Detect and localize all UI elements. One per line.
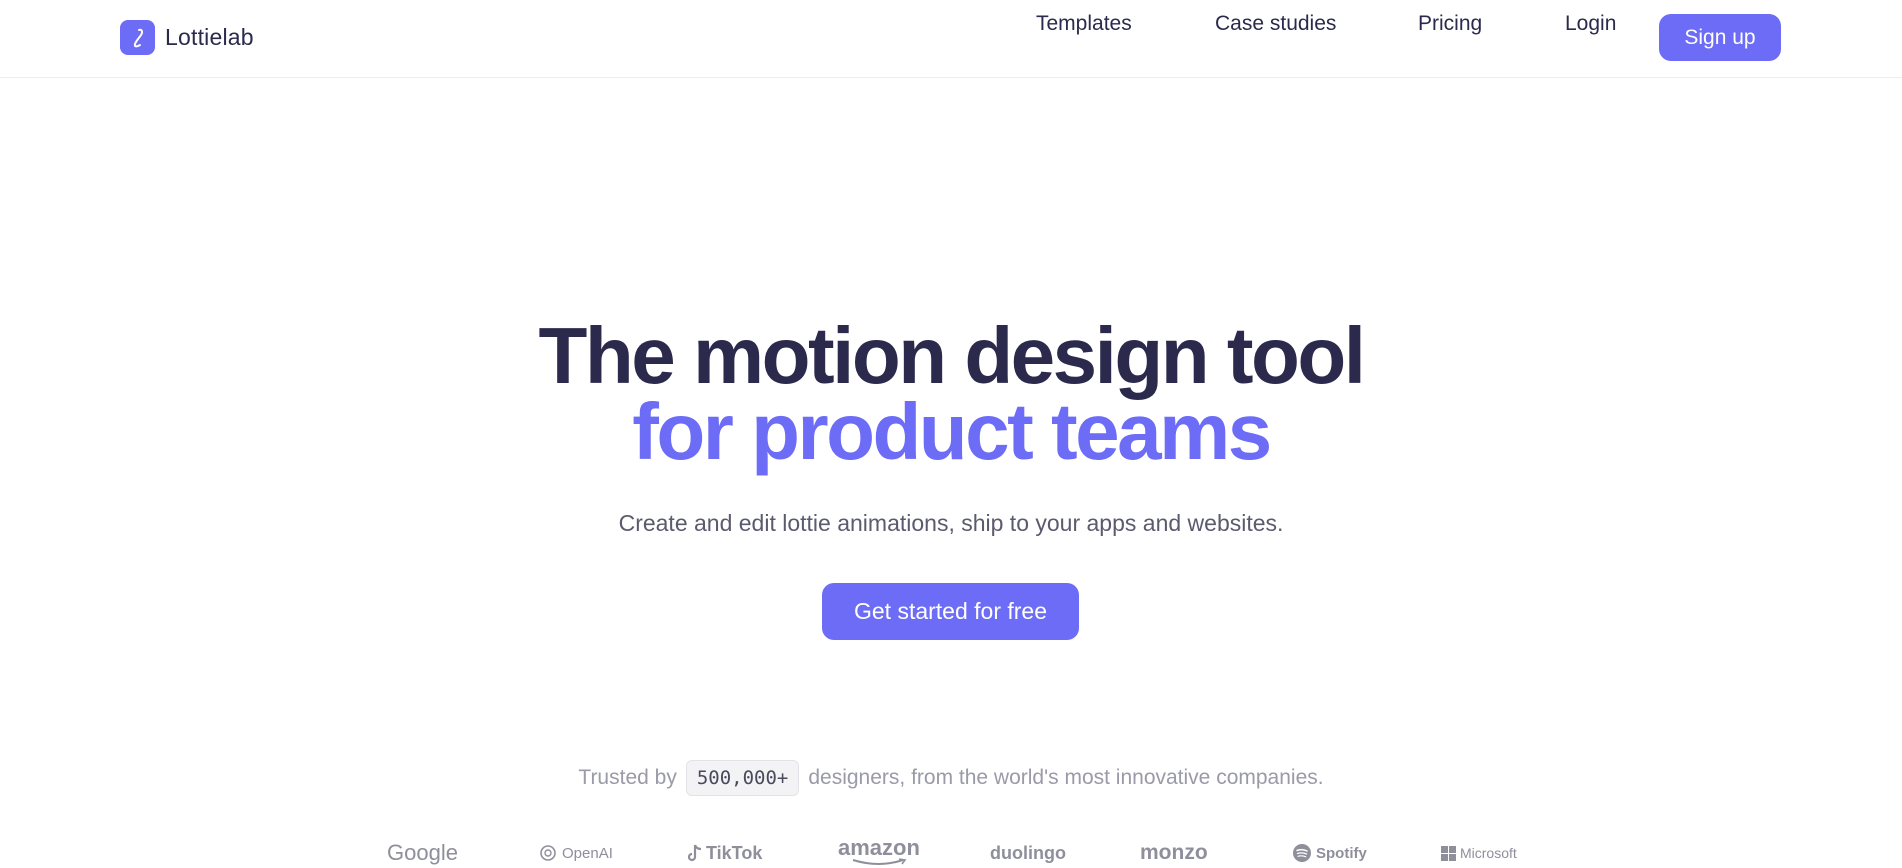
trusted-count-badge: 500,000+: [685, 760, 800, 796]
hero-title: The motion design tool for product teams: [0, 311, 1902, 476]
spotify-icon: [1293, 844, 1311, 862]
google-logo-text: Google: [387, 840, 458, 865]
openai-logo: OpenAI: [538, 838, 613, 868]
brand-name: Lottielab: [165, 24, 254, 50]
microsoft-logo: Microsoft: [1441, 838, 1517, 868]
top-navbar: Lottielab Templates Case studies Pricing…: [0, 0, 1902, 78]
trusted-suffix: designers, from the world's most innovat…: [808, 766, 1324, 789]
spotify-logo: Spotify: [1292, 838, 1367, 868]
brand-home-link[interactable]: Lottielab: [120, 20, 254, 55]
hero-title-line-2: for product teams: [632, 387, 1272, 476]
amazon-logo: amazon: [838, 835, 920, 868]
duolingo-logo-text: duolingo: [990, 842, 1066, 863]
monzo-logo-text: monzo: [1140, 841, 1208, 864]
google-logo: Google: [387, 838, 458, 868]
trusted-prefix: Trusted by: [578, 766, 677, 789]
spotify-logo-text: Spotify: [1316, 844, 1367, 862]
duolingo-logo: duolingo: [990, 838, 1066, 868]
hero-subtitle: Create and edit lottie animations, ship …: [618, 510, 1284, 536]
customer-logos: Google OpenAI TikTok amazon duolingo mon…: [0, 835, 1902, 868]
amazon-logo-text: amazon: [838, 835, 920, 860]
openai-icon: [540, 845, 556, 861]
openai-logo-text: OpenAI: [562, 844, 613, 862]
monzo-logo: monzo: [1140, 838, 1208, 868]
nav-link-templates[interactable]: Templates: [1036, 0, 1132, 47]
signup-button[interactable]: Sign up: [1659, 14, 1781, 61]
amazon-smile-icon: [852, 858, 907, 865]
tiktok-icon: [688, 844, 702, 862]
nav-link-pricing[interactable]: Pricing: [1418, 0, 1482, 47]
microsoft-icon: [1441, 845, 1456, 861]
tiktok-logo-text: TikTok: [706, 842, 763, 863]
microsoft-logo-text: Microsoft: [1460, 845, 1517, 861]
nav-link-login[interactable]: Login: [1565, 0, 1616, 47]
tiktok-logo: TikTok: [688, 838, 762, 868]
get-started-button[interactable]: Get started for free: [822, 583, 1079, 640]
lottielab-logo-icon: [120, 20, 155, 55]
trusted-by-line: Trusted by 500,000+ designers, from the …: [0, 759, 1902, 797]
hero-title-line-1: The motion design tool: [538, 311, 1366, 400]
nav-link-case-studies[interactable]: Case studies: [1215, 0, 1336, 47]
